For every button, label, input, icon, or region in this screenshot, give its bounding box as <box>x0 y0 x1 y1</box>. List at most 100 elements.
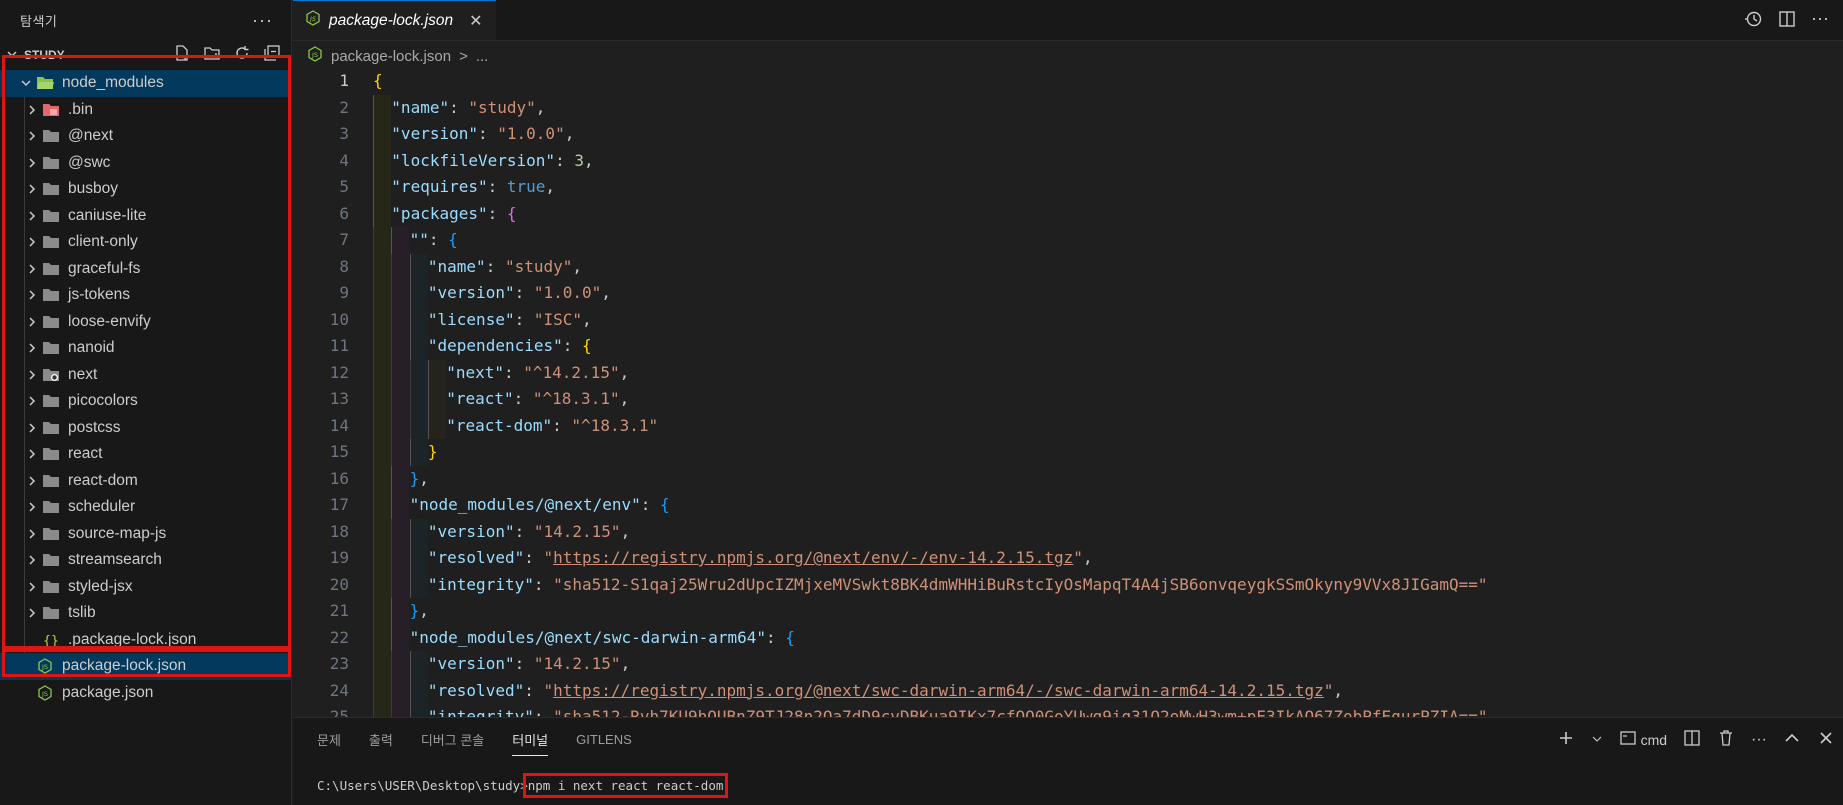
trash-icon[interactable] <box>1717 729 1735 750</box>
tree-item[interactable]: node_modules <box>0 70 291 97</box>
code-view[interactable]: 1{2 "name": "study", 3 "version": "1.0.0", 4… <box>293 68 1843 717</box>
tree-item[interactable]: JS package.json <box>0 680 291 707</box>
chevron-right-icon[interactable] <box>24 261 40 277</box>
tree-item[interactable]: react-dom <box>0 467 291 494</box>
chevron-right-icon[interactable] <box>24 420 40 436</box>
nodejs-file-icon: JS <box>307 46 323 66</box>
more-actions-icon[interactable]: ··· <box>1811 9 1829 33</box>
folder-icon <box>40 420 62 436</box>
tree-item[interactable]: js-tokens <box>0 282 291 309</box>
code-token: "license" <box>427 309 515 329</box>
chevron-right-icon[interactable] <box>24 473 40 489</box>
chevron-right-icon[interactable] <box>24 314 40 330</box>
more-actions-icon[interactable]: ··· <box>252 10 273 31</box>
line-text: "resolved": "https://registry.npmjs.org/… <box>349 677 1343 704</box>
panel-tab[interactable]: 문제 <box>317 730 341 749</box>
code-token: "requires" <box>391 177 488 196</box>
code-token: "1.0.0" <box>533 283 602 302</box>
code-token: : <box>514 283 534 302</box>
tree-item[interactable]: nanoid <box>0 335 291 362</box>
breadcrumb-file[interactable]: package-lock.json <box>331 48 451 65</box>
tree-item[interactable]: caniuse-lite <box>0 202 291 229</box>
code-token: "sha512-Rvh7KU9hOUBnZ9TJ28n2Oa7dD9cvDBKu… <box>553 707 1488 717</box>
chevron-right-icon[interactable] <box>24 446 40 462</box>
panel-tab[interactable]: 터미널 <box>512 730 549 756</box>
tree-item[interactable]: react <box>0 441 291 468</box>
chevron-down-icon[interactable] <box>1591 732 1603 748</box>
code-token: { <box>785 627 795 647</box>
breadcrumb-more[interactable]: ... <box>476 48 489 65</box>
collapse-all-icon[interactable] <box>263 44 281 66</box>
tree-item[interactable]: client-only <box>0 229 291 256</box>
chevron-down-icon[interactable] <box>18 75 34 91</box>
terminal-shell-icon[interactable] <box>1619 729 1637 750</box>
tree-item[interactable]: graceful-fs <box>0 255 291 282</box>
refresh-icon[interactable] <box>233 44 251 66</box>
chevron-right-icon[interactable] <box>24 102 40 118</box>
code-token: : <box>487 203 507 223</box>
code-token: { <box>660 495 670 514</box>
tree-item[interactable]: @next <box>0 123 291 150</box>
chevron-right-icon[interactable] <box>24 181 40 197</box>
chevron-right-icon[interactable] <box>24 367 40 383</box>
tree-item-label: react-dom <box>68 471 138 489</box>
indent-guide <box>24 626 25 653</box>
split-editor-icon[interactable] <box>1777 9 1797 33</box>
chevron-right-icon[interactable] <box>24 552 40 568</box>
tree-item[interactable]: styled-jsx <box>0 573 291 600</box>
workspace-folder-header[interactable]: STUDY <box>0 40 291 70</box>
chevron-right-icon[interactable] <box>24 393 40 409</box>
chevron-right-icon[interactable] <box>24 340 40 356</box>
timeline-history-icon[interactable] <box>1743 9 1763 33</box>
code-token: " <box>1073 548 1083 567</box>
split-terminal-icon[interactable] <box>1683 729 1701 750</box>
indent-guide <box>24 335 25 362</box>
chevron-right-icon[interactable] <box>24 208 40 224</box>
chevron-right-icon[interactable] <box>24 579 40 595</box>
code-line: 25 "integrity": "sha512-Rvh7KU9hOUBnZ9TJ2… <box>293 704 1843 717</box>
new-terminal-icon[interactable] <box>1557 729 1575 750</box>
code-token: , <box>535 97 546 117</box>
new-file-icon[interactable] <box>173 44 191 66</box>
code-token: , <box>619 389 630 408</box>
panel-tab[interactable]: 디버그 콘솔 <box>421 730 484 749</box>
close-panel-icon[interactable] <box>1817 729 1835 750</box>
more-actions-icon[interactable]: ··· <box>1751 731 1767 749</box>
tree-item[interactable]: .bin <box>0 96 291 123</box>
code-token: "name" <box>427 256 486 276</box>
tree-item[interactable]: picocolors <box>0 388 291 415</box>
chevron-right-icon[interactable] <box>24 287 40 303</box>
chevron-down-icon[interactable] <box>4 48 20 63</box>
tab-package-lock[interactable]: JS package-lock.json ✕ <box>293 0 497 40</box>
tree-item[interactable]: source-map-js <box>0 520 291 547</box>
new-folder-icon[interactable] <box>203 44 221 66</box>
tree-item-label: loose-envify <box>68 312 151 330</box>
tree-item[interactable]: tslib <box>0 600 291 627</box>
code-line: 13 "react": "^18.3.1", <box>293 386 1843 413</box>
chevron-right-icon[interactable] <box>24 605 40 621</box>
terminal-shell-label[interactable]: cmd <box>1641 732 1667 748</box>
tree-item[interactable]: postcss <box>0 414 291 441</box>
tree-item[interactable]: loose-envify <box>0 308 291 335</box>
tree-item[interactable]: JS package-lock.json <box>0 653 291 680</box>
tree-item[interactable]: next <box>0 361 291 388</box>
line-number: 15 <box>329 442 349 461</box>
chevron-right-icon[interactable] <box>24 234 40 250</box>
panel-tab[interactable]: GITLENS <box>576 732 632 747</box>
chevron-right-icon[interactable] <box>24 499 40 515</box>
chevron-right-icon[interactable] <box>24 128 40 144</box>
tree-item[interactable]: @swc <box>0 149 291 176</box>
code-line: 7 "": { <box>293 227 1843 254</box>
tree-item[interactable]: streamsearch <box>0 547 291 574</box>
tree-item[interactable]: {} .package-lock.json <box>0 626 291 653</box>
tree-item[interactable]: busboy <box>0 176 291 203</box>
chevron-right-icon[interactable] <box>24 526 40 542</box>
panel-tab[interactable]: 출력 <box>369 730 393 749</box>
tree-item[interactable]: scheduler <box>0 494 291 521</box>
line-number: 14 <box>329 415 349 435</box>
maximize-panel-icon[interactable] <box>1783 729 1801 750</box>
chevron-right-icon[interactable] <box>24 155 40 171</box>
close-icon[interactable]: ✕ <box>469 11 482 31</box>
line-text: }, <box>349 465 429 492</box>
terminal-output[interactable]: C:\Users\USER\Desktop\study>npm i next r… <box>317 773 729 798</box>
